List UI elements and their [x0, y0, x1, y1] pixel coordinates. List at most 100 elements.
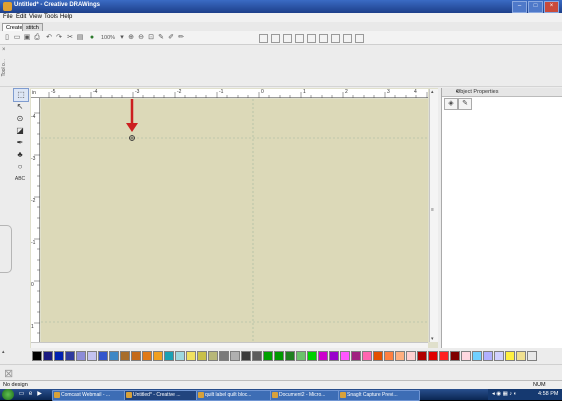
drawing-canvas[interactable]	[41, 99, 428, 342]
color-wheel-icon[interactable]: ●	[88, 34, 96, 42]
color-swatch[interactable]	[406, 351, 416, 361]
color-swatch[interactable]	[175, 351, 185, 361]
save-icon[interactable]: ▣	[23, 34, 31, 42]
task-creative-drawings[interactable]: Untitled* - Creative ...	[124, 390, 204, 401]
zoom-tool-icon[interactable]: ⊙	[13, 113, 27, 125]
zoom-dropdown-icon[interactable]: ▾	[118, 34, 126, 42]
color-swatch[interactable]	[395, 351, 405, 361]
print-icon[interactable]: ⎙	[33, 34, 41, 42]
color-swatch[interactable]	[307, 351, 317, 361]
color-swatch[interactable]	[527, 351, 537, 361]
color-swatch[interactable]	[340, 351, 350, 361]
color-swatch[interactable]	[65, 351, 75, 361]
color-swatch[interactable]	[120, 351, 130, 361]
task-snagit[interactable]: SnagIt Capture Previ...	[338, 390, 420, 401]
properties-close-icon[interactable]: ×	[456, 89, 560, 95]
zoom-out-icon[interactable]: ⊖	[137, 34, 145, 42]
color-swatch[interactable]	[450, 351, 460, 361]
fill-tool-icon[interactable]: ♣	[13, 149, 27, 161]
collapsed-side-tab[interactable]	[0, 225, 12, 273]
color-swatch[interactable]	[516, 351, 526, 361]
color-swatch[interactable]	[252, 351, 262, 361]
cut-icon[interactable]: ✂	[66, 34, 74, 42]
color-swatch[interactable]	[461, 351, 471, 361]
color-swatch[interactable]	[373, 351, 383, 361]
color-swatch[interactable]	[505, 351, 515, 361]
color-swatch[interactable]	[329, 351, 339, 361]
zoom-level[interactable]: 100%	[100, 34, 116, 42]
color-swatch[interactable]	[428, 351, 438, 361]
color-swatch[interactable]	[153, 351, 163, 361]
color-swatch[interactable]	[285, 351, 295, 361]
menu-help[interactable]: Help	[60, 14, 72, 20]
menu-file[interactable]: File	[3, 14, 13, 20]
task-word-document[interactable]: Document2 - Micro...	[270, 390, 346, 401]
task-comcast-webmail[interactable]: Comcast Webmail - ...	[52, 390, 132, 401]
color-swatch[interactable]	[362, 351, 372, 361]
paste-icon[interactable]: ▤	[76, 34, 84, 42]
color-swatch[interactable]	[142, 351, 152, 361]
color-swatch[interactable]	[263, 351, 273, 361]
scroll-down-icon[interactable]: ▾	[431, 336, 434, 342]
color-swatch[interactable]	[76, 351, 86, 361]
color-swatch[interactable]	[351, 351, 361, 361]
scroll-thumb[interactable]: ≡	[431, 207, 434, 213]
color-swatch[interactable]	[164, 351, 174, 361]
color-swatch[interactable]	[98, 351, 108, 361]
panel-close-icon[interactable]: ×	[2, 47, 6, 53]
color-swatch[interactable]	[32, 351, 42, 361]
open-file-icon[interactable]: ▭	[13, 34, 21, 42]
shape-tool-icon[interactable]: ◪	[13, 125, 27, 137]
color-swatch[interactable]	[241, 351, 251, 361]
color-swatch[interactable]	[318, 351, 328, 361]
color-swatch[interactable]	[197, 351, 207, 361]
media-icon[interactable]: ▶	[36, 391, 43, 398]
brush-tool-icon[interactable]: ✐	[167, 34, 175, 42]
color-swatch[interactable]	[384, 351, 394, 361]
freehand-tool-icon[interactable]: ✒	[13, 137, 27, 149]
menu-view[interactable]: View	[29, 14, 42, 20]
color-swatch[interactable]	[43, 351, 53, 361]
task-quilt-label[interactable]: quilt label quilt bloc...	[196, 390, 278, 401]
scroll-up-icon[interactable]: ▴	[431, 89, 434, 95]
color-swatch[interactable]	[296, 351, 306, 361]
node-tool-icon[interactable]: ↖	[13, 101, 27, 113]
align-left-icon[interactable]	[259, 34, 268, 43]
align-center-icon[interactable]	[271, 34, 280, 43]
pen-tool-icon[interactable]: ✎	[157, 34, 165, 42]
palette-scroll-icon[interactable]: ▴	[2, 349, 5, 355]
zoom-fit-icon[interactable]: ⊡	[147, 34, 155, 42]
vertical-scrollbar[interactable]: ▴ ≡ ▾	[429, 89, 438, 342]
color-swatch[interactable]	[109, 351, 119, 361]
color-swatch[interactable]	[131, 351, 141, 361]
start-button[interactable]	[2, 389, 14, 400]
maximize-icon[interactable]: □	[528, 1, 543, 13]
menu-tools[interactable]: Tools	[44, 14, 58, 20]
color-swatch[interactable]	[483, 351, 493, 361]
ie-icon[interactable]: e	[27, 391, 34, 398]
pencil-tool-icon[interactable]: ✏	[177, 34, 185, 42]
color-swatch[interactable]	[274, 351, 284, 361]
color-swatch[interactable]	[186, 351, 196, 361]
align-bottom-icon[interactable]	[319, 34, 328, 43]
align-right-icon[interactable]	[283, 34, 292, 43]
text-tool-icon[interactable]: ABC	[13, 173, 27, 185]
outline-properties-tab-icon[interactable]: ✎	[458, 98, 472, 110]
color-swatch[interactable]	[417, 351, 427, 361]
group-icon[interactable]	[355, 34, 364, 43]
minimize-icon[interactable]: –	[512, 1, 527, 13]
align-middle-icon[interactable]	[307, 34, 316, 43]
title-bar[interactable]: Untitled* - Creative DRAWings – □ ×	[0, 0, 562, 13]
no-color-icon[interactable]: ⊠	[4, 367, 13, 380]
ellipse-tool-icon[interactable]: ○	[13, 161, 27, 173]
zoom-in-icon[interactable]: ⊕	[127, 34, 135, 42]
distribute-horizontal-icon[interactable]	[331, 34, 340, 43]
color-swatch[interactable]	[494, 351, 504, 361]
menu-edit[interactable]: Edit	[16, 14, 26, 20]
color-swatch[interactable]	[230, 351, 240, 361]
color-swatch[interactable]	[208, 351, 218, 361]
new-file-icon[interactable]: ▯	[3, 34, 11, 42]
align-top-icon[interactable]	[295, 34, 304, 43]
color-swatch[interactable]	[54, 351, 64, 361]
color-swatch[interactable]	[439, 351, 449, 361]
